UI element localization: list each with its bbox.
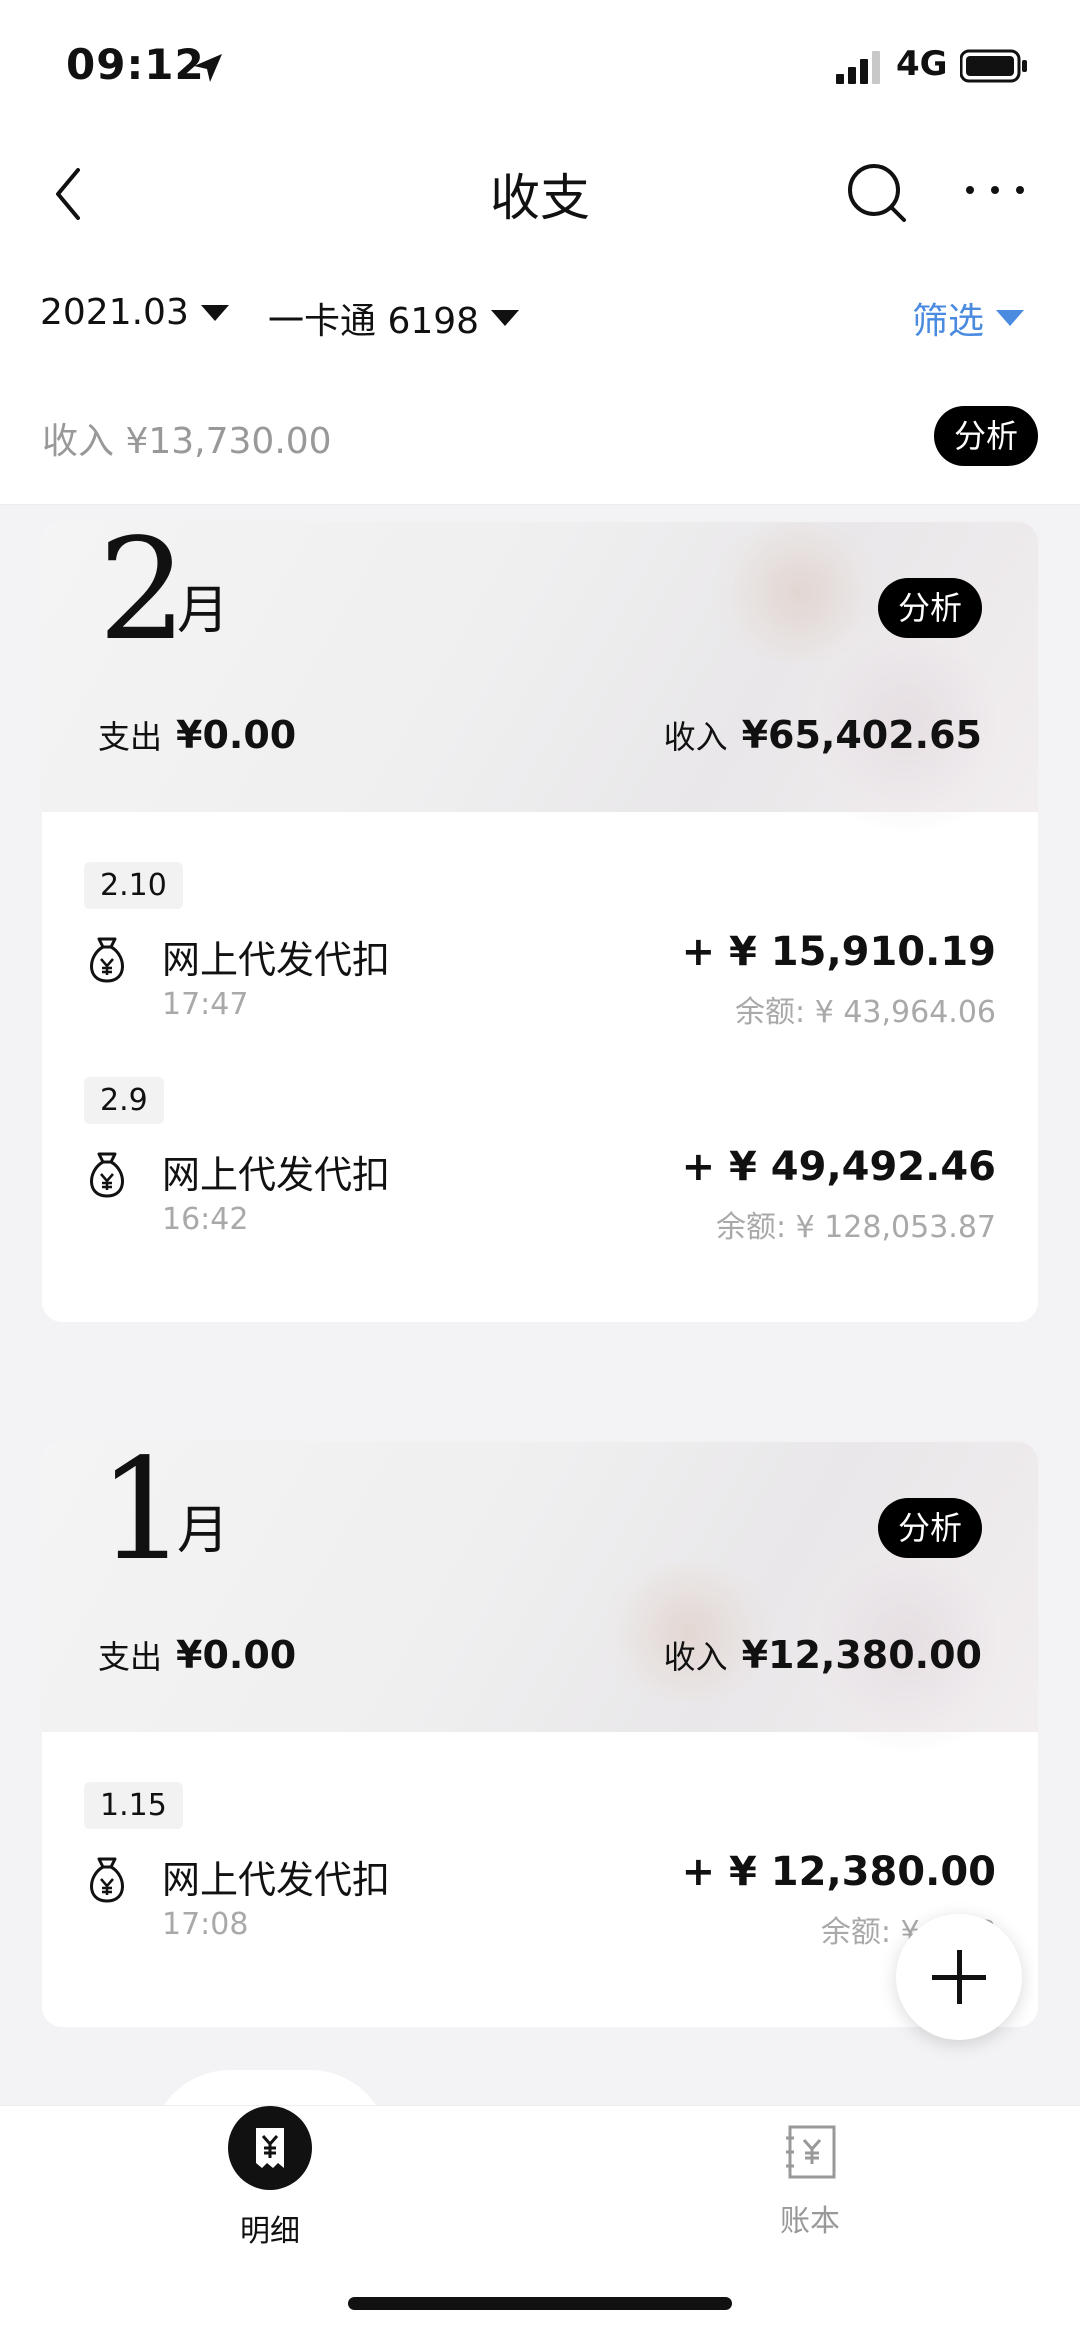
income-label: 收入 bbox=[663, 718, 728, 756]
date-chip: 2.9 bbox=[84, 1077, 164, 1124]
transaction-amount: + ¥ 15,910.19 bbox=[681, 929, 996, 975]
transaction-time: 16:42 bbox=[162, 1202, 249, 1237]
card-filter[interactable]: 一卡通 6198 bbox=[268, 292, 520, 344]
income-amount: ¥12,380.00 bbox=[741, 1633, 982, 1677]
month-analysis-button[interactable]: 分析 bbox=[877, 1498, 982, 1558]
month-header: 1 月 分析 支出 ¥0.00 收入 ¥12,380.00 bbox=[42, 1442, 1038, 1752]
transaction-name: 网上代发代扣 bbox=[162, 1153, 391, 1197]
screen-filter[interactable]: 筛选 bbox=[912, 292, 1025, 344]
filter-bar: 2021.03 一卡通 6198 筛选 bbox=[0, 260, 1080, 380]
month-number: 1 bbox=[98, 1442, 188, 1592]
expense-amount: ¥0.00 bbox=[176, 1633, 297, 1677]
status-time: 09:12 bbox=[66, 40, 205, 89]
transaction-time: 17:08 bbox=[162, 1907, 249, 1942]
month-expense: 支出 ¥0.00 bbox=[98, 712, 296, 758]
summary-income: 收入 ¥13,730.00 bbox=[42, 421, 332, 462]
income-label: 收入 bbox=[663, 1638, 728, 1676]
transaction-balance: 余额: ¥ 128,053.87 bbox=[715, 1210, 996, 1245]
date-chip: 2.10 bbox=[84, 862, 183, 909]
caret-down-icon bbox=[200, 304, 229, 321]
caret-down-icon bbox=[491, 310, 520, 326]
location-arrow-icon bbox=[194, 54, 222, 82]
tab-ledger-label: 账本 bbox=[780, 2204, 840, 2239]
month-unit: 月 bbox=[177, 1501, 230, 1561]
date-filter-label: 2021.03 bbox=[40, 292, 189, 333]
transaction-amount: + ¥ 12,380.00 bbox=[681, 1849, 996, 1895]
add-button[interactable] bbox=[896, 1914, 1022, 2040]
transaction-row[interactable]: 网上代发代扣 16:42 + ¥ 49,492.46 余额: ¥ 128,053… bbox=[42, 1144, 1038, 1264]
screen-filter-label: 筛选 bbox=[912, 301, 985, 342]
nav-bar: 收支 bbox=[0, 130, 1080, 260]
summary-bar: 收入 ¥13,730.00 分析 bbox=[0, 380, 1080, 505]
month-income: 收入 ¥12,380.00 bbox=[664, 1632, 982, 1678]
home-indicator bbox=[348, 2297, 732, 2310]
transaction-amount: + ¥ 49,492.46 bbox=[681, 1144, 996, 1190]
month-card: 2 月 分析 支出 ¥0.00 收入 ¥65,402.65 2.10 网上代发代扣 … bbox=[42, 522, 1038, 1322]
transaction-name: 网上代发代扣 bbox=[162, 1858, 391, 1902]
month-header: 2 月 分析 支出 ¥0.00 收入 ¥65,402.65 bbox=[42, 522, 1038, 832]
month-unit: 月 bbox=[177, 581, 230, 641]
month-body: 1.15 网上代发代扣 17:08 + ¥ 12,380.00 余额: ¥ 22… bbox=[42, 1732, 1038, 2027]
page-title: 收支 bbox=[490, 169, 590, 227]
transaction-row[interactable]: 网上代发代扣 17:47 + ¥ 15,910.19 余额: ¥ 43,964.… bbox=[42, 929, 1038, 1049]
transaction-row[interactable]: 网上代发代扣 17:08 + ¥ 12,380.00 余额: ¥ 22,8 bbox=[42, 1849, 1038, 1969]
month-body: 2.10 网上代发代扣 17:47 + ¥ 15,910.19 余额: ¥ 43… bbox=[42, 812, 1038, 1322]
expense-label: 支出 bbox=[98, 1638, 163, 1676]
month-card: 1 月 分析 支出 ¥0.00 收入 ¥12,380.00 1.15 网上代发代扣 … bbox=[42, 1442, 1038, 2027]
transaction-name: 网上代发代扣 bbox=[162, 938, 391, 982]
network-label: 4G bbox=[896, 44, 948, 84]
month-number: 2 bbox=[98, 522, 188, 672]
money-bag-yen-icon bbox=[90, 1857, 124, 1903]
month-expense: 支出 ¥0.00 bbox=[98, 1632, 296, 1678]
battery-icon bbox=[960, 49, 1027, 83]
search-icon[interactable] bbox=[840, 156, 912, 228]
status-bar: 09:12 4G bbox=[0, 0, 1080, 130]
expense-label: 支出 bbox=[98, 718, 163, 756]
summary-analysis-button[interactable]: 分析 bbox=[933, 406, 1038, 466]
date-filter[interactable]: 2021.03 bbox=[40, 292, 229, 333]
transaction-time: 17:47 bbox=[162, 987, 249, 1022]
expense-amount: ¥0.00 bbox=[176, 713, 297, 757]
caret-down-icon bbox=[996, 310, 1025, 326]
month-income: 收入 ¥65,402.65 bbox=[664, 712, 982, 758]
receipt-yen-icon bbox=[228, 2106, 312, 2190]
tab-detail-label: 明细 bbox=[240, 2214, 300, 2249]
card-filter-label: 一卡通 6198 bbox=[268, 301, 480, 342]
month-analysis-button[interactable]: 分析 bbox=[877, 578, 982, 638]
money-bag-yen-icon bbox=[90, 937, 124, 983]
money-bag-yen-icon bbox=[90, 1152, 124, 1198]
date-chip: 1.15 bbox=[84, 1782, 183, 1829]
transaction-balance: 余额: ¥ 43,964.06 bbox=[735, 995, 996, 1030]
income-amount: ¥65,402.65 bbox=[741, 713, 982, 757]
ledger-yen-icon bbox=[786, 2125, 836, 2179]
signal-icon bbox=[836, 51, 880, 84]
more-icon[interactable] bbox=[960, 160, 1030, 220]
